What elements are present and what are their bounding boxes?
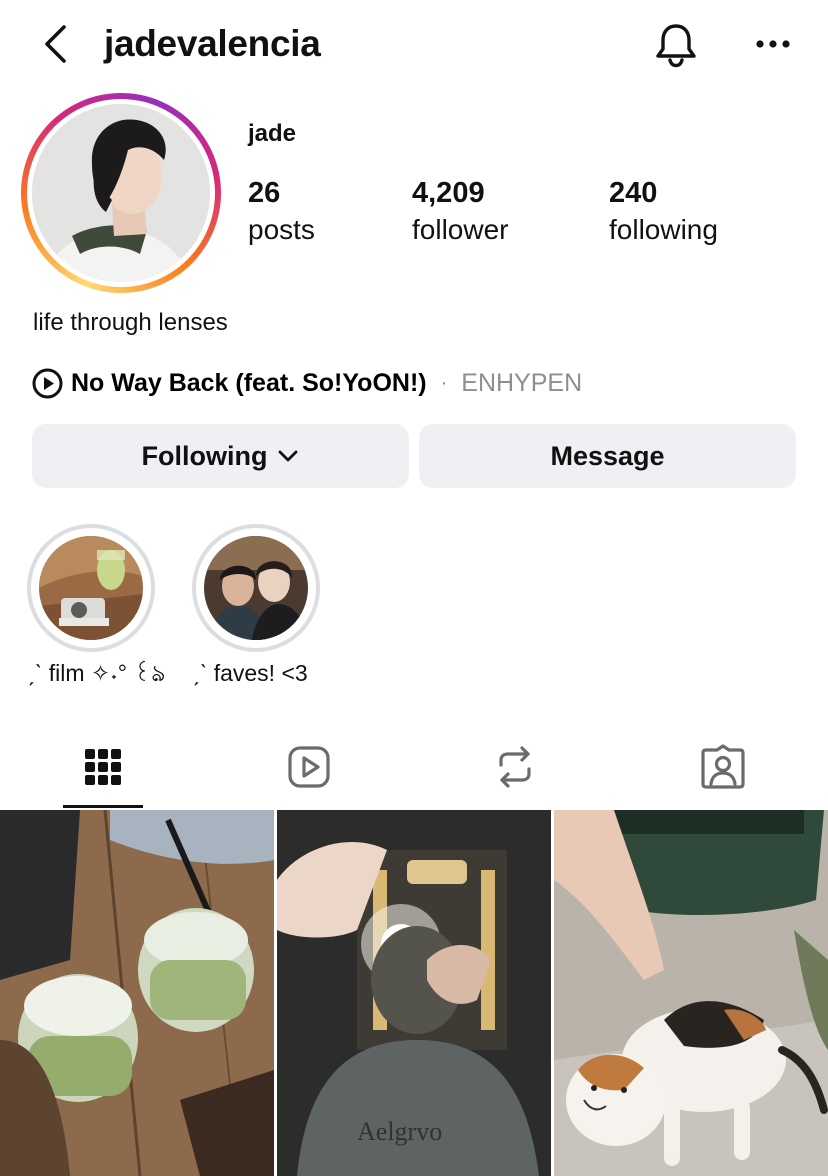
following-count: 240 bbox=[609, 177, 658, 209]
profile-music[interactable]: No Way Back (feat. So!YoON!) · ENHYPEN bbox=[32, 367, 582, 399]
message-button[interactable]: Message bbox=[419, 424, 796, 488]
reposts-icon bbox=[499, 746, 531, 788]
reels-icon bbox=[288, 746, 330, 788]
post-image-flash-selfie: Aelgrvo bbox=[277, 810, 551, 1176]
grid-post-2[interactable]: Aelgrvo bbox=[277, 810, 551, 1176]
play-circle-icon bbox=[32, 368, 63, 398]
music-separator: · bbox=[440, 372, 448, 394]
notifications-button[interactable] bbox=[650, 20, 702, 70]
followers-count: 4,209 bbox=[412, 177, 485, 209]
followers-label: follower bbox=[412, 214, 509, 245]
profile-username: jadevalencia bbox=[104, 23, 321, 64]
following-stat[interactable]: 240 following bbox=[609, 176, 718, 247]
svg-text:Aelgrvo: Aelgrvo bbox=[357, 1117, 442, 1146]
more-horizontal-icon bbox=[756, 40, 790, 48]
following-button-label: Following bbox=[141, 440, 268, 471]
following-label: following bbox=[609, 214, 718, 245]
music-title: No Way Back (feat. So!YoON!) bbox=[71, 369, 427, 397]
avatar-image bbox=[32, 104, 210, 282]
highlight-faves[interactable]: ˏˋ faves! <3 bbox=[192, 524, 320, 686]
message-button-label: Message bbox=[550, 440, 665, 471]
following-button[interactable]: Following bbox=[32, 424, 409, 488]
tab-posts-grid[interactable] bbox=[53, 735, 153, 799]
highlight-faves-label: ˏˋ faves! <3 bbox=[192, 660, 308, 686]
followers-stat[interactable]: 4,209 follower bbox=[412, 176, 508, 247]
tab-reels[interactable] bbox=[259, 735, 359, 799]
tab-tagged[interactable] bbox=[673, 735, 773, 799]
tagged-icon bbox=[701, 744, 745, 789]
grid-post-1[interactable] bbox=[0, 810, 274, 1176]
profile-avatar[interactable] bbox=[21, 93, 221, 293]
highlight-film-image bbox=[39, 536, 143, 640]
bell-icon bbox=[656, 24, 696, 68]
post-image-cat bbox=[554, 810, 828, 1176]
highlight-film-label: ˏˋ film ✧˖° ꒰ঌ bbox=[27, 660, 166, 686]
chevron-left-icon bbox=[45, 25, 66, 63]
posts-count: 26 bbox=[248, 177, 281, 209]
active-tab-indicator bbox=[63, 805, 143, 808]
posts-stat[interactable]: 26 posts bbox=[248, 176, 315, 247]
posts-label: posts bbox=[248, 214, 315, 245]
highlight-faves-image bbox=[204, 536, 308, 640]
grid-icon bbox=[85, 749, 121, 785]
music-artist: ENHYPEN bbox=[461, 369, 583, 397]
highlight-film[interactable]: ˏˋ film ✧˖° ꒰ঌ bbox=[27, 524, 165, 686]
profile-bio: life through lenses bbox=[33, 309, 228, 336]
back-button[interactable] bbox=[36, 22, 76, 66]
post-image-matcha bbox=[0, 810, 274, 1176]
more-options-button[interactable] bbox=[748, 22, 798, 66]
chevron-down-icon bbox=[279, 450, 298, 462]
tab-reposts[interactable] bbox=[465, 735, 565, 799]
display-name: jade bbox=[248, 120, 297, 147]
grid-post-3[interactable] bbox=[554, 810, 828, 1176]
